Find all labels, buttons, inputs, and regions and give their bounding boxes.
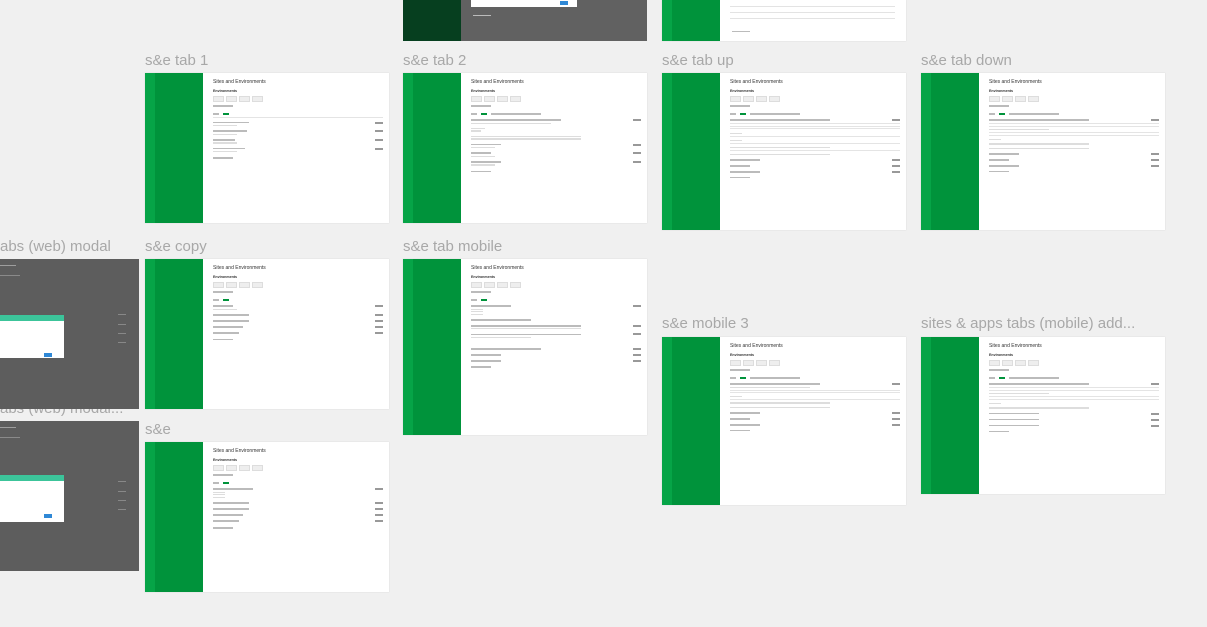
action-icons (118, 500, 126, 502)
artboard-sites-apps-tabs-mobile[interactable]: Sites and Environments Environments (921, 337, 1165, 494)
artboard-label-mobile[interactable]: s&e tab mobile (403, 238, 502, 255)
text-line (730, 12, 895, 14)
artboard-se-copy[interactable]: Sites and Environments Environments (145, 259, 389, 409)
artboard-sidebar (921, 73, 979, 230)
artboard-label-tab2[interactable]: s&e tab 2 (403, 52, 466, 69)
modal-confirm-button (44, 514, 52, 518)
artboard-label-se[interactable]: s&e (145, 421, 171, 438)
action-icons (118, 342, 126, 344)
artboard-modal-web[interactable] (0, 259, 139, 409)
artboard-label-modal[interactable]: abs (web) modal (0, 238, 111, 255)
artboard-label-mobile3[interactable]: s&e mobile 3 (662, 315, 749, 332)
artboard-se-tab-2[interactable]: Sites and Environments Environments (403, 73, 647, 223)
artboard-section: Environments (730, 353, 754, 357)
artboard-sidebar (662, 0, 720, 41)
artboard-label-copy[interactable]: s&e copy (145, 238, 207, 255)
artboard-top-partial[interactable] (662, 0, 906, 41)
artboard-se-tab-1[interactable]: Sites and Environments Environments (145, 73, 389, 223)
artboard-title: Sites and Environments (730, 343, 783, 349)
artboard-section: Environments (989, 89, 1013, 93)
text-line (730, 18, 895, 20)
artboard-section: Environments (730, 89, 754, 93)
text-line (473, 15, 491, 17)
action-icons (118, 481, 126, 483)
artboard-top-partial-modal[interactable] (403, 0, 647, 41)
artboard-sidebar (921, 337, 979, 494)
artboard-se-tab-down[interactable]: Sites and Environments Environments (921, 73, 1165, 230)
artboard-title: Sites and Environments (213, 79, 266, 85)
artboard-section: Environments (213, 458, 237, 462)
text-line (730, 6, 895, 8)
action-icons (118, 491, 126, 493)
artboard-se-tab-up[interactable]: Sites and Environments Environments (662, 73, 906, 230)
artboard-label-sites-apps-tabs[interactable]: sites & apps tabs (mobile) add... (921, 315, 1135, 332)
artboard-sidebar (662, 73, 720, 230)
artboard-section: Environments (471, 275, 495, 279)
text-line (732, 31, 750, 33)
artboard-se-tab-mobile[interactable]: Sites and Environments Environments (403, 259, 647, 435)
artboard-title: Sites and Environments (471, 79, 524, 85)
artboard-label-tab1[interactable]: s&e tab 1 (145, 52, 208, 69)
artboard-sidebar (145, 73, 203, 223)
artboard-title: Sites and Environments (213, 448, 266, 454)
artboard-section: Environments (213, 89, 237, 93)
artboard-section: Environments (213, 275, 237, 279)
artboard-title: Sites and Environments (989, 79, 1042, 85)
modal-dialog (0, 315, 64, 358)
artboard-sidebar (403, 73, 461, 223)
artboard-section: Environments (989, 353, 1013, 357)
action-icons (118, 314, 126, 316)
text-line (0, 427, 16, 429)
artboard-se[interactable]: Sites and Environments Environments (145, 442, 389, 592)
text-line (0, 265, 16, 267)
modal-confirm-button (560, 1, 568, 5)
artboard-se-mobile-3[interactable]: Sites and Environments Environments (662, 337, 906, 505)
artboard-modal-web-2[interactable] (0, 421, 139, 571)
artboard-label-tab-up[interactable]: s&e tab up (662, 52, 734, 69)
artboard-sidebar (145, 442, 203, 592)
action-icons (118, 324, 126, 326)
artboard-sidebar (145, 259, 203, 409)
artboard-sidebar (403, 0, 461, 41)
artboard-sidebar (662, 337, 720, 505)
text-line (0, 275, 20, 277)
artboard-section: Environments (471, 89, 495, 93)
action-icons (118, 509, 126, 511)
text-line (0, 437, 20, 439)
artboard-title: Sites and Environments (471, 265, 524, 271)
modal-confirm-button (44, 353, 52, 357)
artboard-title: Sites and Environments (213, 265, 266, 271)
modal-dialog (0, 475, 64, 522)
action-icons (118, 333, 126, 335)
artboard-title: Sites and Environments (730, 79, 783, 85)
artboard-label-tab-down[interactable]: s&e tab down (921, 52, 1012, 69)
artboard-title: Sites and Environments (989, 343, 1042, 349)
artboard-sidebar (403, 259, 461, 435)
